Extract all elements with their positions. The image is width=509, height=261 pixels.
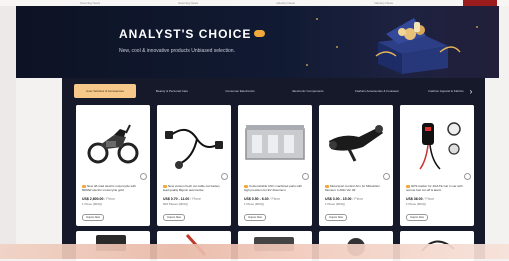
tab-consumer-electronics[interactable]: Consumer Electronics bbox=[208, 84, 272, 98]
product-image bbox=[76, 105, 150, 181]
top-nav-link[interactable]: Industry News bbox=[276, 1, 295, 5]
product-title[interactable]: Customizable CNC machined parts with hig… bbox=[244, 184, 306, 192]
top-nav-link[interactable]: Sourcing News bbox=[178, 1, 198, 5]
tab-auto-vehicles[interactable]: Auto Vehicles & Accessories bbox=[74, 84, 136, 98]
tab-fashion-accessories[interactable]: Fashion Accessories & Footwear bbox=[344, 84, 410, 98]
top-nav-link[interactable]: Sourcing News bbox=[80, 1, 100, 5]
top-nav-link[interactable]: Industry News bbox=[374, 1, 393, 5]
product-card[interactable]: Customizable CNC machined parts with hig… bbox=[238, 105, 312, 226]
product-card[interactable]: New version fresh cut cable car battery … bbox=[157, 105, 231, 226]
inquire-now-button[interactable]: Inquire Now bbox=[163, 214, 185, 221]
hero-subtitle: New, cool & innovative products Unbiased… bbox=[119, 48, 235, 54]
product-price: US$ 36.00 / Piece bbox=[406, 197, 435, 201]
category-tabs: Auto Vehicles & Accessories Beauty & Per… bbox=[74, 84, 478, 98]
gift-box-icon bbox=[375, 18, 461, 74]
product-title[interactable]: New version fresh cut cable car battery … bbox=[163, 184, 225, 192]
product-moq: 1 Piece (MOQ) bbox=[406, 202, 427, 206]
tabs-next-arrow-icon[interactable]: › bbox=[466, 84, 476, 98]
hero-title: ANALYST'S CHOICE bbox=[119, 27, 266, 41]
product-price: US$ 2,600.00 / Piece bbox=[82, 197, 116, 201]
product-image bbox=[319, 105, 393, 181]
product-moq: 500 Pieces (MOQ) bbox=[163, 202, 188, 206]
favorite-icon[interactable] bbox=[140, 173, 147, 180]
sparkle-icon bbox=[336, 46, 338, 48]
product-title[interactable]: GPS tracker for 4G/LTE Car in car with r… bbox=[406, 184, 468, 192]
product-price: US$ 0.70 - 11.00 / Piece bbox=[163, 197, 201, 201]
product-title[interactable]: New off-road electric motorcycle with 80… bbox=[82, 184, 144, 192]
hero-banner: ANALYST'S CHOICE New, cool & innovative … bbox=[16, 6, 499, 78]
product-card[interactable]: New off-road electric motorcycle with 80… bbox=[76, 105, 150, 226]
product-moq: 1 Piece (MOQ) bbox=[325, 202, 346, 206]
foreground-blur-overlay bbox=[0, 244, 509, 259]
favorite-icon[interactable] bbox=[464, 173, 471, 180]
favorite-icon[interactable] bbox=[383, 173, 390, 180]
favorite-icon[interactable] bbox=[302, 173, 309, 180]
product-image bbox=[157, 105, 231, 181]
product-moq: 1 Piece (MOQ) bbox=[244, 202, 265, 206]
favorite-icon[interactable] bbox=[221, 173, 228, 180]
product-image bbox=[400, 105, 474, 181]
sparkle-icon bbox=[306, 64, 308, 66]
product-price: US$ 3.00 - 15.00 / Piece bbox=[325, 197, 364, 201]
product-image bbox=[238, 105, 312, 181]
inquire-now-button[interactable]: Inquire Now bbox=[325, 214, 347, 221]
sparkle-icon bbox=[476, 26, 478, 28]
inquire-now-button[interactable]: Inquire Now bbox=[406, 214, 428, 221]
inquire-now-button[interactable]: Inquire Now bbox=[244, 214, 266, 221]
product-card[interactable]: GPS tracker for 4G/LTE Car in car with r… bbox=[400, 105, 474, 226]
product-moq: 1 Piece (MOQ) bbox=[82, 202, 103, 206]
sparkle-icon bbox=[316, 18, 318, 20]
product-card[interactable]: Motorsport Control Arm for Mitsubishi Mo… bbox=[319, 105, 393, 226]
tab-beauty[interactable]: Beauty & Personal Care bbox=[140, 84, 204, 98]
product-price: US$ 0.50 - 6.30 / Piece bbox=[244, 197, 281, 201]
inquire-now-button[interactable]: Inquire Now bbox=[82, 214, 104, 221]
page-backdrop bbox=[0, 0, 16, 259]
badge-icon bbox=[254, 30, 266, 38]
product-title[interactable]: Motorsport Control Arm for Mitsubishi Mo… bbox=[325, 184, 387, 192]
tab-electronic-components[interactable]: Electronic Components bbox=[276, 84, 340, 98]
